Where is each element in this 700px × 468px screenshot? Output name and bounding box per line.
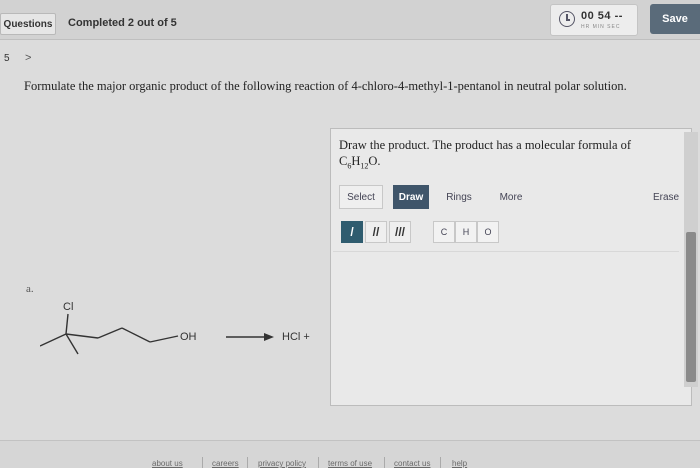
bond-line: [121, 327, 151, 343]
bond-atom-palette: / // /// C H O: [341, 221, 541, 243]
more-tool-button[interactable]: More: [491, 185, 531, 209]
bond-line: [65, 313, 69, 335]
footer-link-help[interactable]: help: [452, 459, 467, 468]
question-prompt: Formulate the major organic product of t…: [24, 79, 627, 93]
chlorine-label: Cl: [63, 301, 73, 313]
timer-value: 00 54 --: [581, 10, 623, 22]
footer-separator: [440, 457, 441, 468]
hydrogen-atom-button[interactable]: H: [455, 221, 477, 243]
footer-link-careers[interactable]: careers: [212, 459, 239, 468]
double-bond-button[interactable]: //: [365, 221, 387, 243]
erase-tool-button[interactable]: Erase: [649, 185, 683, 209]
draw-tool-button[interactable]: Draw: [393, 185, 429, 209]
reaction-scheme: Cl OH HCl +: [40, 301, 310, 355]
reagent-label: HCl +: [282, 331, 310, 343]
single-bond-button[interactable]: /: [341, 221, 363, 243]
formula-o: O.: [368, 154, 381, 168]
footer-link-contact[interactable]: contact us: [394, 459, 430, 468]
hydroxyl-label: OH: [180, 331, 197, 343]
footer: about us careers privacy policy terms of…: [0, 440, 700, 468]
part-label: a.: [26, 283, 34, 295]
page-scrollbar[interactable]: [684, 132, 698, 387]
timer: 00 54 -- HR MIN SEC: [550, 4, 638, 36]
rings-tool-button[interactable]: Rings: [439, 185, 479, 209]
bond-line: [65, 333, 99, 339]
top-bar: Questions Completed 2 out of 5 00 54 -- …: [0, 0, 700, 40]
next-question-icon[interactable]: >: [25, 52, 31, 64]
bond-line: [65, 333, 79, 355]
reaction-arrow-icon: [226, 333, 274, 341]
question-number: 5: [4, 53, 10, 64]
triple-bond-button[interactable]: ///: [389, 221, 411, 243]
carbon-atom-button[interactable]: C: [433, 221, 455, 243]
timer-units: HR MIN SEC: [581, 24, 621, 30]
drawing-canvas[interactable]: [333, 251, 679, 403]
save-button[interactable]: Save: [650, 4, 700, 34]
instruction-text: Draw the product. The product has a mole…: [339, 138, 632, 152]
footer-separator: [318, 457, 319, 468]
footer-separator: [247, 457, 248, 468]
reactant-structure: [40, 313, 179, 355]
footer-separator: [202, 457, 203, 468]
bond-line: [97, 327, 123, 339]
footer-separator: [384, 457, 385, 468]
completed-status: Completed 2 out of 5: [68, 17, 177, 29]
footer-link-about[interactable]: about us: [152, 459, 183, 468]
scrollbar-thumb[interactable]: [686, 232, 696, 382]
bond-line: [40, 333, 67, 347]
questions-button[interactable]: Questions: [0, 13, 56, 35]
oxygen-atom-button[interactable]: O: [477, 221, 499, 243]
footer-link-terms[interactable]: terms of use: [328, 459, 372, 468]
molecular-formula: C6H12O.: [339, 154, 381, 171]
drawing-toolbar: Select Draw Rings More Erase: [339, 185, 684, 211]
panel-instruction: Draw the product. The product has a mole…: [339, 137, 679, 175]
bond-line: [149, 335, 179, 343]
footer-link-privacy[interactable]: privacy policy: [258, 459, 306, 468]
drawing-panel: Draw the product. The product has a mole…: [330, 128, 692, 406]
clock-icon: [559, 11, 575, 27]
select-tool-button[interactable]: Select: [339, 185, 383, 209]
